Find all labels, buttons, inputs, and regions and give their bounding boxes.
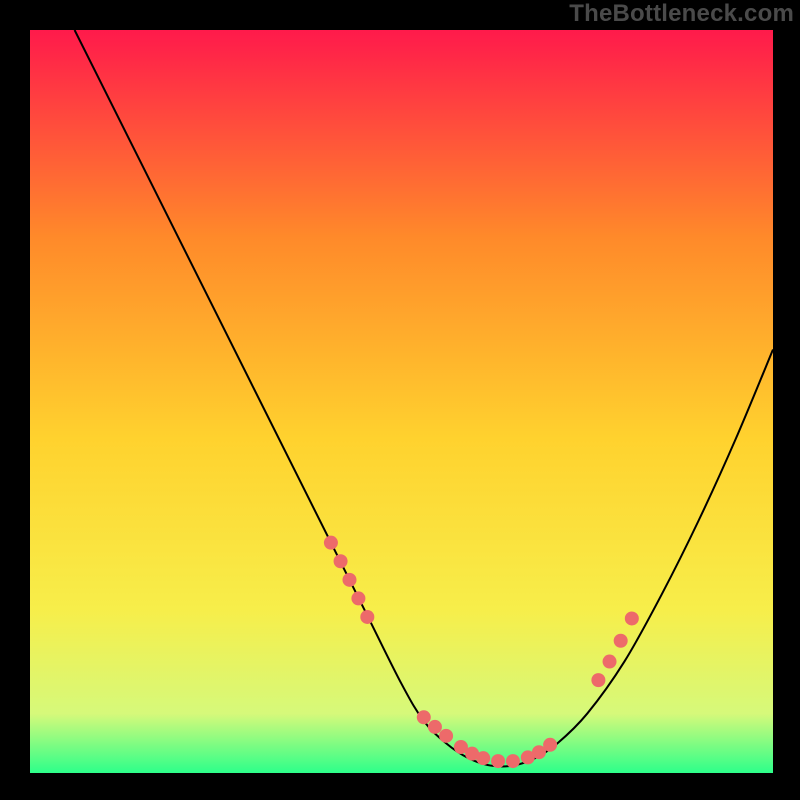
marker-dot [543,738,557,752]
marker-dot [324,536,338,550]
marker-dot [417,710,431,724]
marker-dot [614,634,628,648]
marker-dot [351,591,365,605]
marker-dot [506,754,520,768]
marker-dot [625,611,639,625]
chart-stage: TheBottleneck.com [0,0,800,800]
watermark-text: TheBottleneck.com [569,0,794,28]
marker-dot [360,610,374,624]
marker-dot [591,673,605,687]
marker-dot [491,754,505,768]
bottleneck-chart [0,0,800,800]
marker-dot [428,720,442,734]
marker-dot [476,751,490,765]
marker-dot [439,729,453,743]
marker-dot [342,573,356,587]
marker-dot [603,655,617,669]
marker-dot [334,554,348,568]
plot-background [30,30,773,773]
